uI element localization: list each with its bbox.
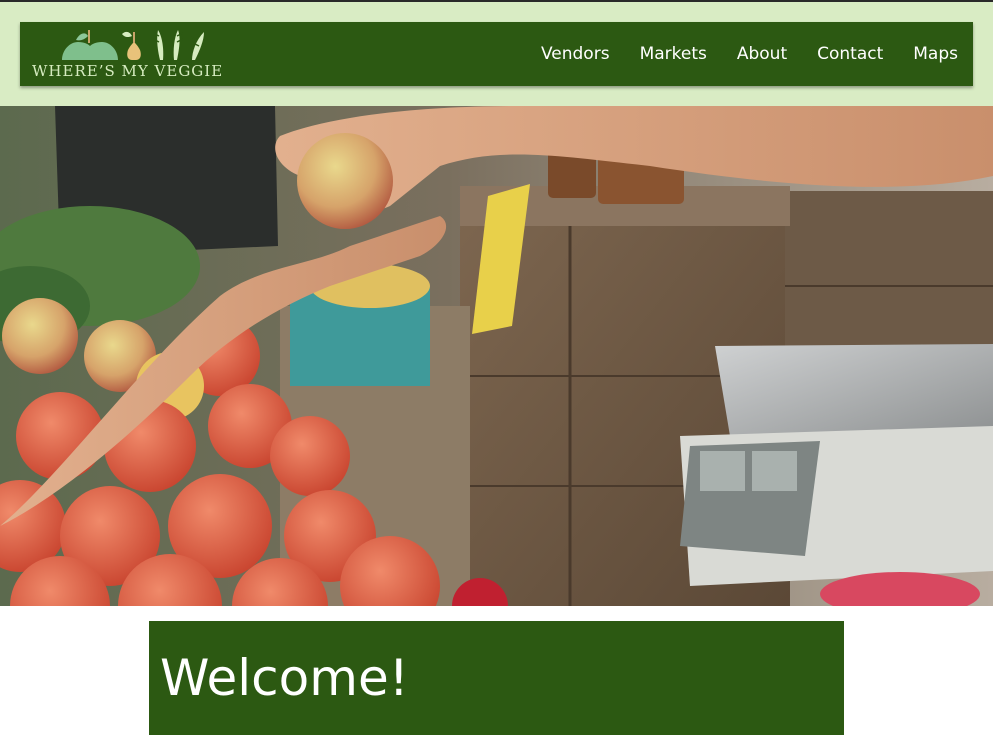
header-band: WHERE’S MY VEGGIE Vendors Markets About …	[0, 2, 993, 106]
welcome-banner: Welcome!	[149, 621, 844, 735]
nav-maps[interactable]: Maps	[913, 44, 958, 64]
navbar: WHERE’S MY VEGGIE Vendors Markets About …	[20, 22, 973, 86]
logo-text: WHERE’S MY VEGGIE	[32, 62, 224, 80]
site-logo[interactable]: WHERE’S MY VEGGIE	[32, 26, 242, 82]
veggie-logo-icon	[62, 30, 204, 60]
nav-contact[interactable]: Contact	[817, 44, 883, 64]
nav-vendors[interactable]: Vendors	[541, 44, 610, 64]
market-photo-illustration	[0, 106, 993, 606]
hero-image	[0, 106, 993, 606]
welcome-heading: Welcome!	[160, 649, 409, 707]
main-nav: Vendors Markets About Contact Maps	[541, 22, 958, 86]
nav-about[interactable]: About	[737, 44, 787, 64]
nav-markets[interactable]: Markets	[640, 44, 707, 64]
